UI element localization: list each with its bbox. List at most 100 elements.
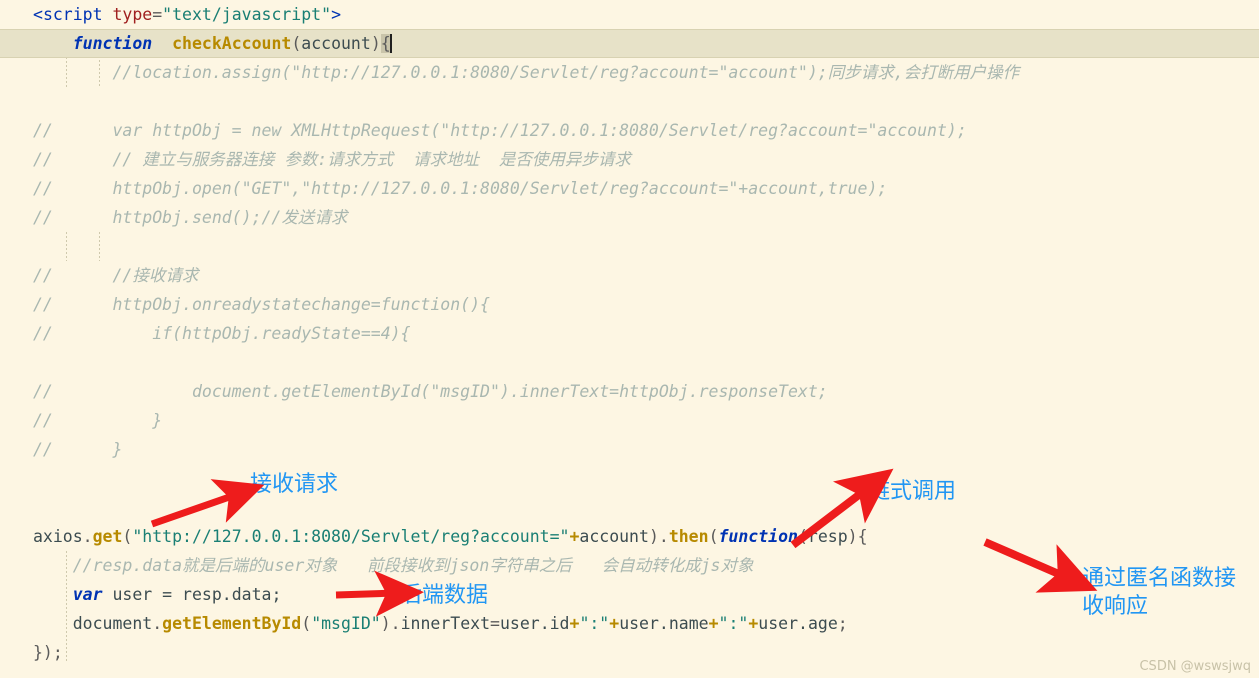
token-paren-open: ( — [291, 34, 302, 53]
token-paren-open: ( — [122, 527, 133, 546]
token-equals: = — [490, 614, 500, 633]
token-comment-slashes: // — [33, 411, 53, 430]
code-line[interactable]: }); — [0, 638, 1259, 667]
token-comment: if(httpObj.readyState==4){ — [52, 324, 411, 343]
token-comment-slashes: // — [33, 295, 53, 314]
token-var-user-assign: user = resp.data; — [102, 585, 282, 604]
token-keyword-function: function — [718, 527, 798, 546]
token-comment-slashes: // — [33, 179, 53, 198]
code-line[interactable]: //resp.data就是后端的user对象 前段接收到json字符串之后 会自… — [0, 551, 1259, 580]
token-comment: } — [52, 440, 123, 459]
token-attr-type: type — [112, 5, 153, 24]
watermark-text: CSDN @wswsjwq — [1139, 659, 1251, 674]
token-lt: < — [33, 5, 43, 24]
code-line[interactable]: //location.assign("http://127.0.0.1:8080… — [0, 58, 1259, 87]
token-paren-close: ) — [370, 34, 381, 53]
code-line-blank[interactable] — [0, 493, 1259, 522]
token-function-name: checkAccount — [172, 34, 292, 53]
token-comment: var httpObj = new XMLHttpRequest("http:/… — [52, 121, 967, 140]
code-line[interactable]: var user = resp.data; — [0, 580, 1259, 609]
code-line[interactable]: axios.get("http://127.0.0.1:8080/Servlet… — [0, 522, 1259, 551]
token-comment-slashes: // — [33, 382, 53, 401]
token-url-string: "http://127.0.0.1:8080/Servlet/reg?accou… — [132, 527, 570, 546]
code-line-current[interactable]: function checkAccount(account){ — [0, 29, 1259, 58]
code-line[interactable]: // // 建立与服务器连接 参数:请求方式 请求地址 是否使用异步请求 — [0, 145, 1259, 174]
code-editor-screenshot: <script type="text/javascript"> function… — [0, 0, 1259, 678]
token-attr-value: "text/javascript" — [162, 5, 332, 24]
token-comment: // 建立与服务器连接 参数:请求方式 请求地址 是否使用异步请求 — [52, 150, 631, 169]
token-string-colon: ":" — [718, 614, 749, 633]
token-gt: > — [331, 5, 341, 24]
token-dot: . — [82, 527, 93, 546]
token-paren-open: ( — [797, 527, 808, 546]
token-param-account: account — [301, 34, 371, 53]
token-axios-object: axios — [33, 527, 83, 546]
token-paren-close: ) — [648, 527, 659, 546]
code-line[interactable]: // httpObj.send();//发送请求 — [0, 203, 1259, 232]
token-method-getelementbyid: getElementById — [162, 614, 302, 633]
code-line[interactable]: // } — [0, 406, 1259, 435]
code-line[interactable]: // } — [0, 435, 1259, 464]
code-line-blank[interactable] — [0, 87, 1259, 116]
token-comment-slashes: // — [33, 150, 53, 169]
token-user-age: user.age — [758, 614, 838, 633]
token-comment: } — [52, 411, 163, 430]
token-comment: httpObj.open("GET","http://127.0.0.1:808… — [52, 179, 888, 198]
token-comment: //接收请求 — [52, 266, 199, 285]
code-line[interactable]: // var httpObj = new XMLHttpRequest("htt… — [0, 116, 1259, 145]
code-line[interactable]: // if(httpObj.readyState==4){ — [0, 319, 1259, 348]
token-tag-script: script — [42, 5, 103, 24]
token-dot: . — [390, 614, 401, 633]
token-equals: = — [152, 5, 163, 24]
token-paren-close: ) — [380, 614, 391, 633]
token-comment-slashes: // — [33, 208, 53, 227]
token-comment-slashes: // — [33, 324, 53, 343]
token-user-name: user.name — [619, 614, 709, 633]
token-comment: //resp.data就是后端的user对象 前段接收到json字符串之后 会自… — [72, 556, 754, 575]
token-semicolon: ; — [837, 614, 848, 633]
token-paren-close: ) — [847, 527, 858, 546]
token-keyword-var: var — [72, 585, 103, 604]
code-line-blank[interactable] — [0, 348, 1259, 377]
code-line[interactable]: <script type="text/javascript"> — [0, 0, 1259, 29]
token-user-id: user.id — [499, 614, 570, 633]
code-line[interactable]: // document.getElementById("msgID").inne… — [0, 377, 1259, 406]
token-closing: }); — [33, 643, 63, 662]
code-line-blank[interactable] — [0, 232, 1259, 261]
token-comment-slashes: // — [33, 440, 53, 459]
token-brace-open: { — [857, 527, 868, 546]
token-string-msgid: "msgID" — [311, 614, 381, 633]
token-paren-open: ( — [301, 614, 312, 633]
token-dot: . — [152, 614, 163, 633]
token-string-colon: ":" — [579, 614, 610, 633]
token-var-account: account — [579, 527, 649, 546]
token-keyword-function: function — [72, 34, 153, 53]
token-dot: . — [658, 527, 669, 546]
token-prop-innertext: innerText — [400, 614, 491, 633]
token-method-then: then — [668, 527, 709, 546]
token-plus: + — [708, 614, 719, 633]
text-caret — [389, 34, 392, 53]
code-content[interactable]: <script type="text/javascript"> function… — [0, 0, 1259, 678]
token-comment: httpObj.send();//发送请求 — [52, 208, 348, 227]
token-comment-slashes: // — [33, 121, 53, 140]
code-line[interactable]: // httpObj.open("GET","http://127.0.0.1:… — [0, 174, 1259, 203]
token-plus: + — [609, 614, 620, 633]
code-line-blank[interactable] — [0, 464, 1259, 493]
token-comment: httpObj.onreadystatechange=function(){ — [52, 295, 490, 314]
token-method-get: get — [92, 527, 123, 546]
token-plus: + — [748, 614, 759, 633]
code-line[interactable]: document.getElementById("msgID").innerTe… — [0, 609, 1259, 638]
token-document-object: document — [72, 614, 153, 633]
code-line[interactable]: // //接收请求 — [0, 261, 1259, 290]
token-paren-open: ( — [708, 527, 719, 546]
token-comment: document.getElementById("msgID").innerTe… — [52, 382, 828, 401]
code-line[interactable]: // httpObj.onreadystatechange=function()… — [0, 290, 1259, 319]
